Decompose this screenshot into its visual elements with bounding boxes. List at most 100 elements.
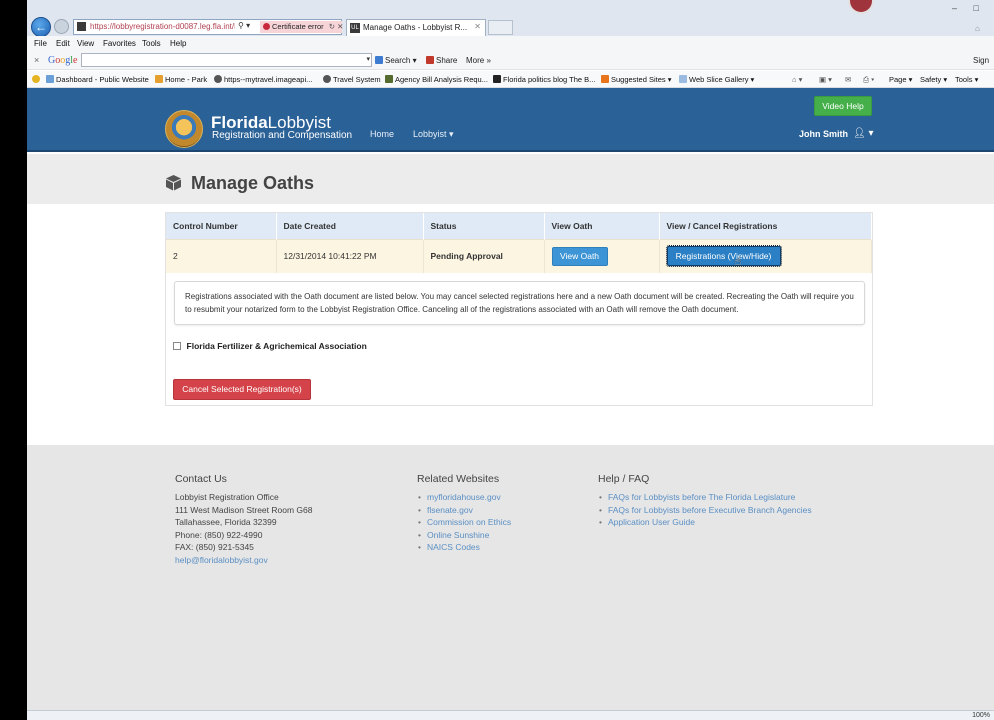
header-date-created: Date Created bbox=[276, 213, 424, 239]
help-link[interactable]: FAQs for Lobbyists before The Florida Le… bbox=[598, 491, 813, 504]
menu-help[interactable]: Help bbox=[170, 39, 186, 48]
fav-suggested-sites[interactable]: Suggested Sites ▾ bbox=[601, 75, 671, 84]
new-tab-button[interactable] bbox=[488, 20, 513, 35]
fav-dashboard[interactable]: Dashboard - Public Website bbox=[46, 75, 149, 84]
favorites-star-icon[interactable] bbox=[32, 75, 42, 84]
refresh-icon[interactable]: ↻ ✕ bbox=[329, 22, 344, 31]
window-controls[interactable]: – □ ✕ bbox=[952, 3, 994, 14]
tab-close-icon[interactable]: ✕ bbox=[474, 22, 481, 31]
related-link[interactable]: myfloridahouse.gov bbox=[417, 491, 511, 504]
fav-florida-politics[interactable]: Florida politics blog The B... bbox=[493, 75, 595, 84]
cell-status: Pending Approval bbox=[423, 238, 545, 273]
google-search-input[interactable]: ▾ bbox=[81, 53, 372, 67]
mail-icon[interactable]: ✉ bbox=[845, 75, 851, 84]
tab-manage-oaths[interactable]: UL Manage Oaths - Lobbyist R... ✕ bbox=[346, 19, 486, 36]
command-tools[interactable]: Tools ▾ bbox=[955, 75, 978, 84]
address-bar[interactable]: https://lobbyregistration-d0087.leg.fla.… bbox=[73, 19, 344, 35]
oath-table: Control Number Date Created Status View … bbox=[166, 213, 872, 273]
google-share-button[interactable]: Share bbox=[426, 56, 457, 65]
command-safety[interactable]: Safety ▾ bbox=[920, 75, 947, 84]
address-url[interactable]: https://lobbyregistration-d0087.leg.fla.… bbox=[90, 22, 235, 31]
page-title: Manage Oaths bbox=[191, 173, 315, 193]
menu-edit[interactable]: Edit bbox=[56, 39, 70, 48]
related-link[interactable]: Commission on Ethics bbox=[417, 516, 511, 529]
registration-checkbox[interactable] bbox=[173, 342, 181, 350]
site-icon bbox=[77, 22, 86, 31]
page-icon bbox=[493, 75, 501, 83]
contact-line: 111 West Madison Street Room G68 bbox=[175, 504, 313, 515]
menu-file[interactable]: File bbox=[34, 39, 47, 48]
view-oath-button[interactable]: View Oath bbox=[551, 246, 608, 266]
google-toolbar: × Google ▾ Search ▾ Share More » Sign bbox=[27, 51, 994, 70]
search-icon[interactable]: ⚲ ▾ bbox=[238, 21, 250, 30]
sign-in-link[interactable]: Sign bbox=[973, 56, 989, 65]
profile-avatar[interactable] bbox=[848, 0, 874, 14]
error-shield-icon bbox=[263, 23, 270, 30]
forward-button[interactable] bbox=[54, 19, 69, 34]
nav-home[interactable]: Home bbox=[370, 129, 394, 139]
browser-titlebar: ← https://lobbyregistration-d0087.leg.fl… bbox=[27, 0, 994, 37]
back-button[interactable]: ← bbox=[31, 17, 51, 37]
suggested-icon bbox=[601, 75, 609, 83]
footer-related-heading: Related Websites bbox=[417, 473, 500, 485]
page-icon bbox=[385, 75, 393, 83]
nav-lobbyist-dropdown[interactable]: Lobbyist ▾ bbox=[413, 129, 454, 140]
google-search-button[interactable]: Search ▾ bbox=[375, 56, 417, 65]
home-icon[interactable]: ⌂ ▾ bbox=[792, 75, 802, 84]
related-link[interactable]: flsenate.gov bbox=[417, 504, 511, 517]
print-icon[interactable]: ⎙ ▾ bbox=[863, 75, 874, 85]
cell-date-created: 12/31/2014 10:41:22 PM bbox=[276, 238, 424, 273]
contact-email-link[interactable]: help@floridalobbyist.gov bbox=[175, 554, 312, 567]
header-control-number: Control Number bbox=[166, 213, 277, 239]
menu-view[interactable]: View bbox=[77, 39, 94, 48]
command-page[interactable]: Page ▾ bbox=[889, 75, 912, 84]
footer-contact: Lobbyist Registration Office 111 West Ma… bbox=[175, 491, 312, 566]
tab-favicon-icon: UL bbox=[350, 23, 360, 33]
hand-cursor-icon: ☝︎ bbox=[734, 256, 742, 269]
help-link[interactable]: FAQs for Lobbyists before Executive Bran… bbox=[598, 504, 813, 517]
cell-control-number: 2 bbox=[166, 238, 277, 273]
fav-travel-system[interactable]: Travel System bbox=[323, 75, 381, 84]
contact-line: Phone: (850) 922-4990 bbox=[175, 529, 263, 540]
google-logo: Google bbox=[48, 55, 78, 66]
google-more-button[interactable]: More » bbox=[466, 56, 491, 65]
menu-tools[interactable]: Tools bbox=[142, 39, 161, 48]
registrations-view-hide-button[interactable]: Registrations (View/Hide) ☝︎ bbox=[665, 245, 782, 268]
registration-item: Florida Fertilizer & Agrichemical Associ… bbox=[173, 341, 367, 351]
registrations-notice: Registrations associated with the Oath d… bbox=[174, 281, 865, 325]
brand-subtitle: Registration and Compensation bbox=[212, 130, 353, 141]
help-link[interactable]: Application User Guide bbox=[598, 516, 813, 529]
certificate-error-badge[interactable]: Certificate error ↻ ✕ bbox=[260, 21, 344, 33]
zoom-level[interactable]: 100% bbox=[972, 712, 990, 719]
oath-panel: Control Number Date Created Status View … bbox=[165, 212, 873, 406]
fav-web-slice[interactable]: Web Slice Gallery ▾ bbox=[679, 75, 754, 84]
related-link[interactable]: Online Sunshine bbox=[417, 529, 511, 542]
user-icon[interactable]: 👤︎ ▾ bbox=[853, 128, 874, 139]
close-toolbar-icon[interactable]: × bbox=[34, 55, 39, 65]
header-view-cancel-registrations: View / Cancel Registrations bbox=[659, 213, 872, 239]
contact-line: Tallahassee, Florida 32399 bbox=[175, 517, 277, 527]
registration-label[interactable]: Florida Fertilizer & Agrichemical Associ… bbox=[187, 341, 367, 351]
cancel-selected-registrations-button[interactable]: Cancel Selected Registration(s) bbox=[173, 379, 311, 400]
footer-help: FAQs for Lobbyists before The Florida Le… bbox=[598, 491, 813, 529]
cell-registrations: Registrations (View/Hide) ☝︎ bbox=[659, 238, 872, 273]
chevron-down-icon[interactable]: ▾ bbox=[366, 55, 370, 63]
user-menu[interactable]: John Smith bbox=[799, 129, 848, 139]
fav-agency-bill[interactable]: Agency Bill Analysis Requ... bbox=[385, 75, 488, 84]
video-help-button[interactable]: Video Help bbox=[814, 96, 872, 116]
settings-icon[interactable]: ⌂ bbox=[975, 24, 985, 33]
menu-bar: File Edit View Favorites Tools Help bbox=[27, 36, 994, 51]
feeds-icon[interactable]: ▣ ▾ bbox=[819, 75, 832, 84]
florida-seal-logo[interactable] bbox=[165, 110, 203, 148]
cell-view-oath: View Oath bbox=[544, 238, 660, 273]
globe-icon bbox=[323, 75, 331, 83]
footer-related: myfloridahouse.gov flsenate.gov Commissi… bbox=[417, 491, 511, 554]
fav-home-park[interactable]: Home - Park bbox=[155, 75, 207, 84]
related-link[interactable]: NAICS Codes bbox=[417, 541, 511, 554]
fav-mytravel[interactable]: https--mytravel.imageapi... bbox=[214, 75, 312, 84]
status-bar: 100% bbox=[27, 710, 994, 720]
menu-favorites[interactable]: Favorites bbox=[103, 39, 136, 48]
google-search-icon bbox=[375, 56, 383, 64]
browser-window: ← https://lobbyregistration-d0087.leg.fl… bbox=[27, 0, 994, 720]
table-header-row: Control Number Date Created Status View … bbox=[166, 213, 872, 239]
